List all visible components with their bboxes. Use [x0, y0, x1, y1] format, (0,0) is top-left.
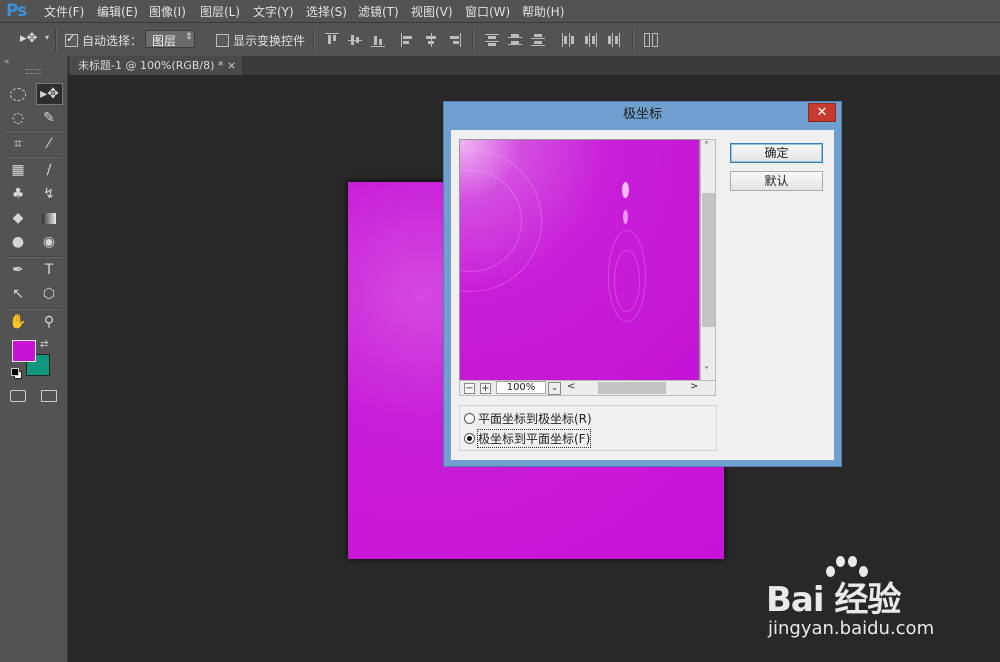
toolbox: « ▸✥ ◌ ✎ ⌗ ⁄ ▦ ∕ ♣ ↯ ◆ ● ◉ ✒ T ↖ ⬡ ✋ ⚲ ⇄: [0, 56, 68, 662]
menu-file[interactable]: 文件(F): [44, 3, 84, 20]
scroll-down-icon[interactable]: ˅: [704, 366, 709, 377]
watermark-url: jingyan.baidu.com: [768, 618, 935, 639]
radio-polar-to-rect[interactable]: [464, 433, 475, 444]
lasso-icon[interactable]: ◌: [6, 108, 30, 128]
distribute-left-icon[interactable]: [561, 33, 575, 47]
dialog-title: 极坐标: [622, 107, 662, 122]
photoshop-logo: Ps: [6, 1, 27, 21]
document-tab[interactable]: 未标题-1 @ 100%(RGB/8) * ×: [70, 56, 242, 75]
distribute-top-icon[interactable]: [485, 33, 499, 47]
preview-highlight: [622, 182, 629, 198]
menu-bar: Ps 文件(F) 编辑(E) 图像(I) 图层(L) 文字(Y) 选择(S) 滤…: [0, 0, 1000, 23]
scroll-right-icon[interactable]: >: [690, 381, 698, 392]
zoom-in-button[interactable]: +: [480, 383, 491, 394]
healing-brush-icon[interactable]: ▦: [6, 160, 30, 180]
pen-icon[interactable]: ✒: [6, 260, 30, 280]
radio-rect-to-polar[interactable]: [464, 413, 475, 424]
menu-layer[interactable]: 图层(L): [200, 3, 240, 20]
quick-mask-icon[interactable]: [6, 386, 30, 406]
scroll-up-icon[interactable]: ˄: [704, 141, 709, 152]
ok-button[interactable]: 确定: [730, 143, 823, 163]
menu-filter[interactable]: 滤镜(T): [358, 3, 399, 20]
horizontal-scroll-thumb[interactable]: [598, 382, 666, 394]
menu-image[interactable]: 图像(I): [149, 3, 186, 20]
screen-mode-icon[interactable]: [37, 386, 61, 406]
hand-icon[interactable]: ✋: [6, 312, 30, 332]
radio-polar-to-rect-label[interactable]: 极坐标到平面坐标(F): [476, 429, 592, 448]
distribute-bottom-icon[interactable]: [531, 33, 545, 47]
dodge-icon[interactable]: ◉: [37, 232, 61, 252]
close-icon[interactable]: ×: [227, 56, 236, 75]
foreground-color-swatch[interactable]: [12, 340, 36, 362]
brush-icon[interactable]: ∕: [37, 160, 61, 180]
align-vcenter-icon[interactable]: [348, 33, 362, 47]
chevron-down-icon: ⌄: [550, 383, 559, 393]
baidu-paw-icon: [826, 556, 880, 584]
menu-window[interactable]: 窗口(W): [465, 3, 510, 20]
show-transform-label: 显示变换控件: [233, 34, 306, 48]
show-transform-checkbox[interactable]: [216, 34, 229, 47]
check-icon: ✓: [66, 32, 76, 45]
auto-select-value: 图层: [152, 34, 177, 48]
distribute-vcenter-icon[interactable]: [508, 33, 522, 47]
scroll-left-icon[interactable]: <: [567, 381, 575, 392]
menu-edit[interactable]: 编辑(E): [97, 3, 138, 20]
eraser-icon[interactable]: ◆: [6, 208, 30, 228]
zoom-dropdown-button[interactable]: ⌄: [548, 382, 561, 395]
menu-type[interactable]: 文字(Y): [253, 3, 294, 20]
panel-grip[interactable]: [26, 69, 42, 74]
type-tool-icon[interactable]: T: [37, 260, 61, 280]
align-left-icon[interactable]: [401, 33, 415, 47]
zoom-level[interactable]: 100%: [496, 381, 546, 394]
menu-help[interactable]: 帮助(H): [522, 3, 564, 20]
eyedropper-icon[interactable]: ⁄: [37, 134, 61, 154]
options-bar: ▸✥ ▾ ✓ 自动选择： 图层 ⇕ 显示变换控件: [0, 23, 1000, 57]
gradient-icon[interactable]: [37, 208, 61, 228]
align-top-icon[interactable]: [325, 33, 339, 47]
preview-ring: [614, 250, 640, 312]
auto-align-layers-icon[interactable]: [644, 33, 658, 47]
align-hcenter-icon[interactable]: [424, 33, 438, 47]
path-select-icon[interactable]: ↖: [6, 284, 30, 304]
default-button[interactable]: 默认: [730, 171, 823, 191]
swap-colors-icon[interactable]: ⇄: [40, 339, 48, 350]
distribute-hcenter-icon[interactable]: [584, 33, 598, 47]
distribute-right-icon[interactable]: [607, 33, 621, 47]
crop-icon[interactable]: ⌗: [6, 134, 30, 154]
zoom-out-button[interactable]: −: [464, 383, 475, 394]
radio-rect-to-polar-label[interactable]: 平面坐标到极坐标(R): [478, 410, 592, 427]
preview-highlight: [623, 210, 628, 224]
marquee-icon[interactable]: [6, 84, 30, 104]
quick-select-icon[interactable]: ✎: [37, 108, 61, 128]
filter-preview[interactable]: [459, 139, 700, 381]
document-tab-title: 未标题-1 @ 100%(RGB/8) *: [78, 59, 224, 72]
chevron-down-icon[interactable]: ▾: [45, 33, 49, 42]
move-tool-preset-icon[interactable]: ▸✥: [20, 31, 37, 46]
auto-select-label: 自动选择：: [82, 34, 143, 48]
dialog-close-button[interactable]: ✕: [808, 103, 836, 122]
history-brush-icon[interactable]: ↯: [37, 184, 61, 204]
align-bottom-icon[interactable]: [371, 33, 385, 47]
menu-view[interactable]: 视图(V): [411, 3, 453, 20]
shape-icon[interactable]: ⬡: [37, 284, 61, 304]
auto-select-checkbox[interactable]: ✓: [65, 32, 78, 47]
default-colors-icon[interactable]: [11, 368, 22, 379]
blur-icon[interactable]: ●: [6, 232, 30, 252]
auto-select-dropdown[interactable]: 图层 ⇕: [145, 30, 195, 48]
dropdown-arrows-icon: ⇕: [185, 32, 193, 42]
align-right-icon[interactable]: [447, 33, 461, 47]
menu-select[interactable]: 选择(S): [306, 3, 347, 20]
zoom-icon[interactable]: ⚲: [37, 312, 61, 332]
collapse-panel-icon[interactable]: «: [4, 57, 10, 67]
move-tool-icon[interactable]: ▸✥: [36, 83, 63, 105]
vertical-scroll-thumb[interactable]: [702, 193, 715, 327]
clone-stamp-icon[interactable]: ♣: [6, 184, 30, 204]
